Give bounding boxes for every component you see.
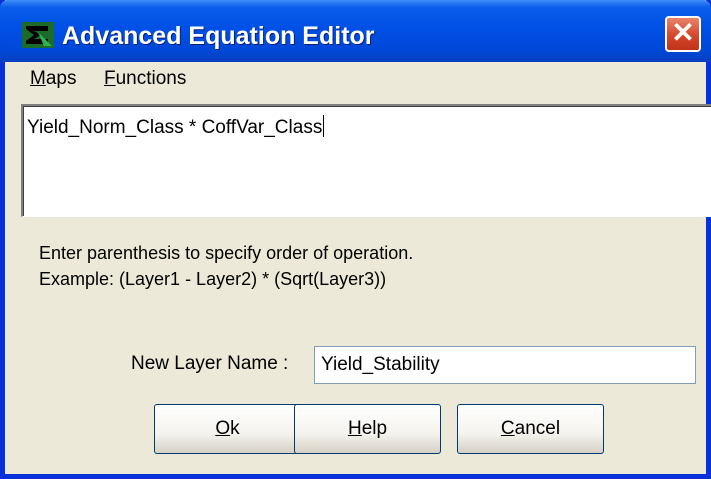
title-bar[interactable]: Advanced Equation Editor ✕ [0,0,711,62]
help-button[interactable]: Help [294,404,441,454]
new-layer-name-label: New Layer Name : [131,353,289,374]
close-icon: ✕ [671,17,695,48]
equation-text: Yield_Norm_Class * CoffVar_Class [27,117,323,138]
ok-button[interactable]: Ok [154,404,301,454]
dialog-window: Advanced Equation Editor ✕ Maps Function… [0,0,711,479]
menu-bar: Maps Functions [5,62,706,96]
menu-maps[interactable]: Maps [30,68,76,90]
new-layer-name-input[interactable] [314,346,696,384]
hint-line-2: Example: (Layer1 - Layer2) * (Sqrt(Layer… [39,269,387,289]
hint-line-1: Enter parenthesis to specify order of op… [39,243,414,263]
cancel-button[interactable]: Cancel [457,404,604,454]
window-title: Advanced Equation Editor [62,22,375,50]
menu-functions[interactable]: Functions [104,68,186,90]
sigma-map-icon [22,22,54,48]
equation-editor[interactable]: Yield_Norm_Class * CoffVar_Class [21,104,711,217]
close-button[interactable]: ✕ [665,16,701,52]
text-caret [323,115,325,137]
